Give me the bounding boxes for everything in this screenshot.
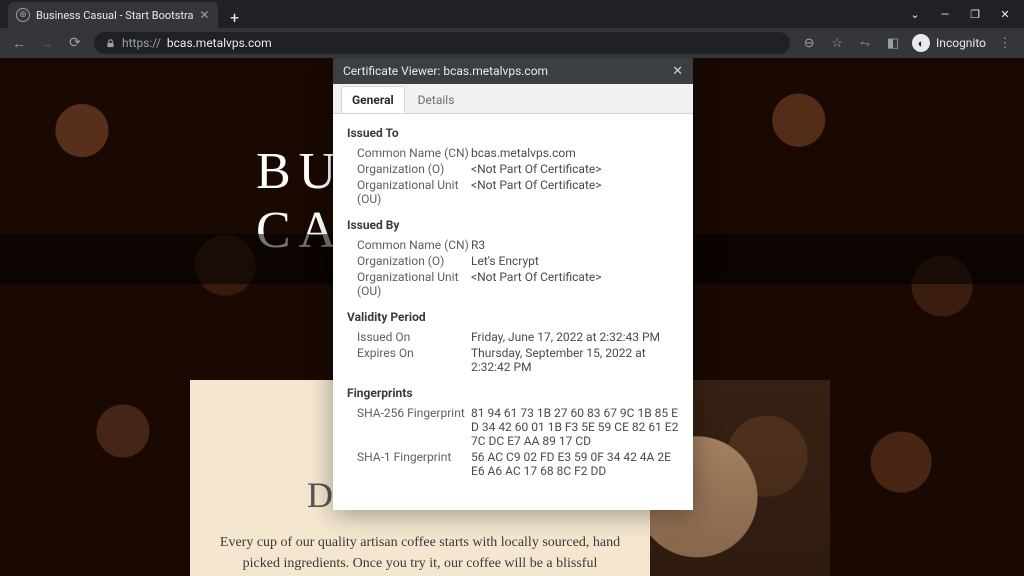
field-label: SHA-256 Fingerprint bbox=[347, 406, 471, 448]
chevron-down-icon[interactable]: ⌄ bbox=[902, 4, 928, 24]
field-label: Organizational Unit (OU) bbox=[347, 270, 471, 298]
lock-icon[interactable] bbox=[104, 37, 116, 49]
field-value: 81 94 61 73 1B 27 60 83 67 9C 1B 85 ED 3… bbox=[471, 406, 679, 448]
field-value: Friday, June 17, 2022 at 2:32:43 PM bbox=[471, 330, 679, 344]
section-header: Issued To bbox=[347, 126, 679, 140]
close-icon[interactable]: ✕ bbox=[672, 64, 683, 79]
new-tab-button[interactable]: + bbox=[224, 6, 246, 28]
field-label: Expires On bbox=[347, 346, 471, 374]
section-validity: Validity Period Issued OnFriday, June 17… bbox=[347, 310, 679, 374]
field-value: R3 bbox=[471, 238, 679, 252]
field-value: <Not Part Of Certificate> bbox=[471, 178, 679, 206]
tab-details[interactable]: Details bbox=[407, 86, 466, 113]
reload-button[interactable]: ⟳ bbox=[66, 34, 84, 52]
close-window-button[interactable]: ✕ bbox=[992, 4, 1018, 24]
tab-general[interactable]: General bbox=[341, 86, 405, 113]
field-value: Let's Encrypt bbox=[471, 254, 679, 268]
field-value: Thursday, September 15, 2022 at 2:32:42 … bbox=[471, 346, 679, 374]
back-button[interactable]: ← bbox=[10, 34, 28, 52]
globe-icon: ⊕ bbox=[16, 8, 30, 22]
browser-tab[interactable]: ⊕ Business Casual - Start Bootstra ✕ bbox=[8, 2, 218, 28]
url-host: bcas.metalvps.com bbox=[167, 36, 272, 50]
field-label: Organization (O) bbox=[347, 254, 471, 268]
field-label: Common Name (CN) bbox=[347, 146, 471, 160]
section-header: Validity Period bbox=[347, 310, 679, 324]
zoom-icon[interactable]: ⊖ bbox=[800, 34, 818, 52]
certificate-viewer: Certificate Viewer: bcas.metalvps.com ✕ … bbox=[333, 58, 693, 510]
bookmark-icon[interactable]: ☆ bbox=[828, 34, 846, 52]
section-header: Fingerprints bbox=[347, 386, 679, 400]
section-issued-to: Issued To Common Name (CN)bcas.metalvps.… bbox=[347, 126, 679, 206]
tab-title: Business Casual - Start Bootstra bbox=[36, 9, 194, 22]
field-label: Organizational Unit (OU) bbox=[347, 178, 471, 206]
browser-toolbar: ← → ⟳ https://bcas.metalvps.com ⊖ ☆ ⥊ ◧ … bbox=[0, 28, 1024, 58]
field-value: <Not Part Of Certificate> bbox=[471, 162, 679, 176]
field-value: bcas.metalvps.com bbox=[471, 146, 679, 160]
url-scheme: https:// bbox=[122, 36, 161, 50]
section-issued-by: Issued By Common Name (CN)R3 Organizatio… bbox=[347, 218, 679, 298]
incognito-label: Incognito bbox=[936, 36, 986, 50]
section-header: Issued By bbox=[347, 218, 679, 232]
minimize-button[interactable]: — bbox=[932, 4, 958, 24]
field-label: Common Name (CN) bbox=[347, 238, 471, 252]
field-value: 56 AC C9 02 FD E3 59 0F 34 42 4A 2E E6 A… bbox=[471, 450, 679, 478]
close-icon[interactable]: ✕ bbox=[200, 8, 210, 22]
kebab-menu-icon[interactable]: ⋮ bbox=[996, 34, 1014, 52]
cert-tabs: General Details bbox=[333, 84, 693, 114]
maximize-button[interactable]: ❐ bbox=[962, 4, 988, 24]
incognito-icon: ◐ bbox=[912, 34, 930, 52]
cert-titlebar: Certificate Viewer: bcas.metalvps.com ✕ bbox=[333, 58, 693, 84]
address-bar[interactable]: https:// bcas.metalvps.com bbox=[94, 32, 790, 54]
tab-strip: ⊕ Business Casual - Start Bootstra ✕ + ⌄… bbox=[0, 0, 1024, 28]
browser-window: ⊕ Business Casual - Start Bootstra ✕ + ⌄… bbox=[0, 0, 1024, 576]
field-label: SHA-1 Fingerprint bbox=[347, 450, 471, 478]
panel-icon[interactable]: ◧ bbox=[884, 34, 902, 52]
field-label: Issued On bbox=[347, 330, 471, 344]
section-fingerprints: Fingerprints SHA-256 Fingerprint81 94 61… bbox=[347, 386, 679, 478]
cert-body: Issued To Common Name (CN)bcas.metalvps.… bbox=[333, 114, 693, 510]
incognito-indicator: ◐ Incognito bbox=[912, 34, 986, 52]
forward-button[interactable]: → bbox=[38, 34, 56, 52]
page-viewport: BUSINESS CASUAL FRESH COFFEE WORTH DRINK… bbox=[0, 58, 1024, 576]
field-label: Organization (O) bbox=[347, 162, 471, 176]
cert-title: Certificate Viewer: bcas.metalvps.com bbox=[343, 64, 548, 78]
card-body: Every cup of our quality artisan coffee … bbox=[218, 532, 622, 576]
field-value: <Not Part Of Certificate> bbox=[471, 270, 679, 298]
window-controls: ⌄ — ❐ ✕ bbox=[902, 4, 1018, 24]
extensions-icon[interactable]: ⥊ bbox=[856, 34, 874, 52]
